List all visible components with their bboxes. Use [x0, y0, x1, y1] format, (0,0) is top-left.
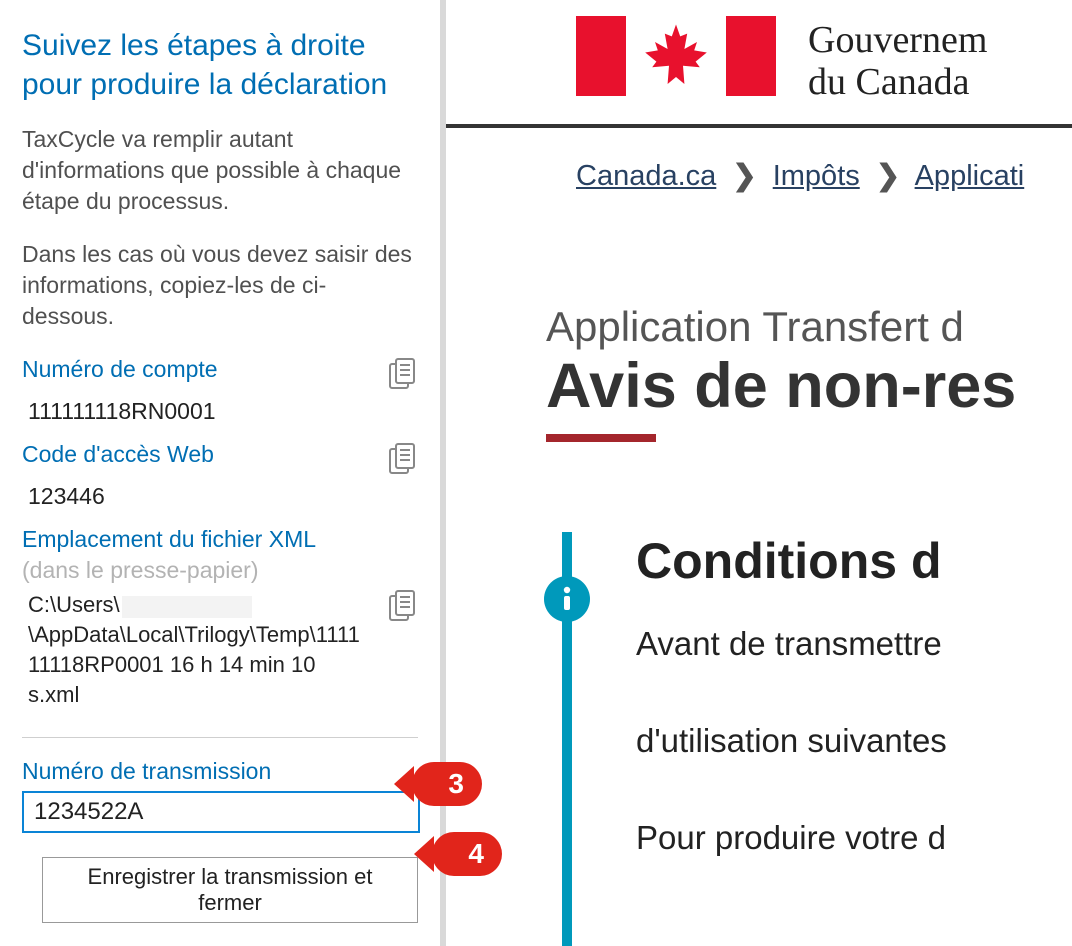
copy-icon[interactable]: [388, 590, 418, 624]
copy-icon[interactable]: [388, 443, 418, 477]
copy-icon[interactable]: [388, 358, 418, 392]
xml-location-label: Emplacement du fichier XML: [22, 524, 418, 555]
save-transmission-button[interactable]: Enregistrer la transmission et fermer: [42, 857, 418, 923]
web-access-code-value: 123446: [28, 481, 418, 512]
page-heading: Application Transfert d Avis de non-res: [446, 203, 1072, 442]
title-underline: [546, 434, 656, 442]
left-panel-paragraph: TaxCycle va remplir autant d'information…: [22, 124, 418, 217]
canada-flag-icon: [576, 16, 776, 96]
breadcrumb-link-impots[interactable]: Impôts: [773, 160, 860, 192]
redacted-username: [122, 596, 252, 618]
breadcrumb: Canada.ca ❯ Impôts ❯ Applicati: [446, 128, 1072, 203]
step-paragraph: Avant de transmettre: [636, 618, 1072, 669]
annotation-callout-4: 4: [432, 832, 502, 876]
left-panel: Suivez les étapes à droite pour produire…: [0, 0, 440, 946]
left-panel-paragraph: Dans les cas où vous devez saisir des in…: [22, 239, 418, 332]
info-icon: [544, 576, 590, 622]
gov-line2: du Canada: [808, 62, 987, 104]
xml-path-post: \AppData\Local\Trilogy\Temp\111111118RP0…: [28, 622, 360, 706]
left-panel-title: Suivez les étapes à droite pour produire…: [22, 26, 418, 104]
chevron-right-icon: ❯: [732, 160, 756, 192]
annotation-callout-3: 3: [412, 762, 482, 806]
gov-header: Gouvernem du Canada: [446, 0, 1072, 128]
account-number-value: 111111118RN0001: [28, 396, 418, 427]
steps-area: Conditions d Avant de transmettre d'util…: [546, 532, 1072, 863]
chevron-right-icon: ❯: [876, 160, 900, 192]
breadcrumb-link-application[interactable]: Applicati: [915, 160, 1025, 192]
step-paragraph: d'utilisation suivantes: [636, 715, 1072, 766]
step-paragraph: Pour produire votre d: [636, 812, 1072, 863]
gov-line1: Gouvernem: [808, 20, 987, 62]
xml-path-pre: C:\Users\: [28, 592, 120, 617]
xml-location-sub: (dans le presse-papier): [22, 555, 418, 586]
page-title: Avis de non-res: [546, 355, 1072, 418]
right-panel: Gouvernem du Canada Canada.ca ❯ Impôts ❯…: [446, 0, 1072, 946]
transmission-number-label: Numéro de transmission: [22, 758, 418, 785]
breadcrumb-link-canada[interactable]: Canada.ca: [576, 160, 716, 192]
step-title: Conditions d: [636, 532, 1072, 590]
page-supertitle: Application Transfert d: [546, 303, 1072, 351]
xml-location-value: C:\Users\ \AppData\Local\Trilogy\Temp\111…: [28, 590, 368, 709]
transmission-number-input[interactable]: [22, 791, 420, 833]
account-number-label: Numéro de compte: [22, 354, 218, 385]
gov-wordmark: Gouvernem du Canada: [808, 16, 987, 104]
separator: [22, 737, 418, 738]
web-access-code-label: Code d'accès Web: [22, 439, 214, 470]
